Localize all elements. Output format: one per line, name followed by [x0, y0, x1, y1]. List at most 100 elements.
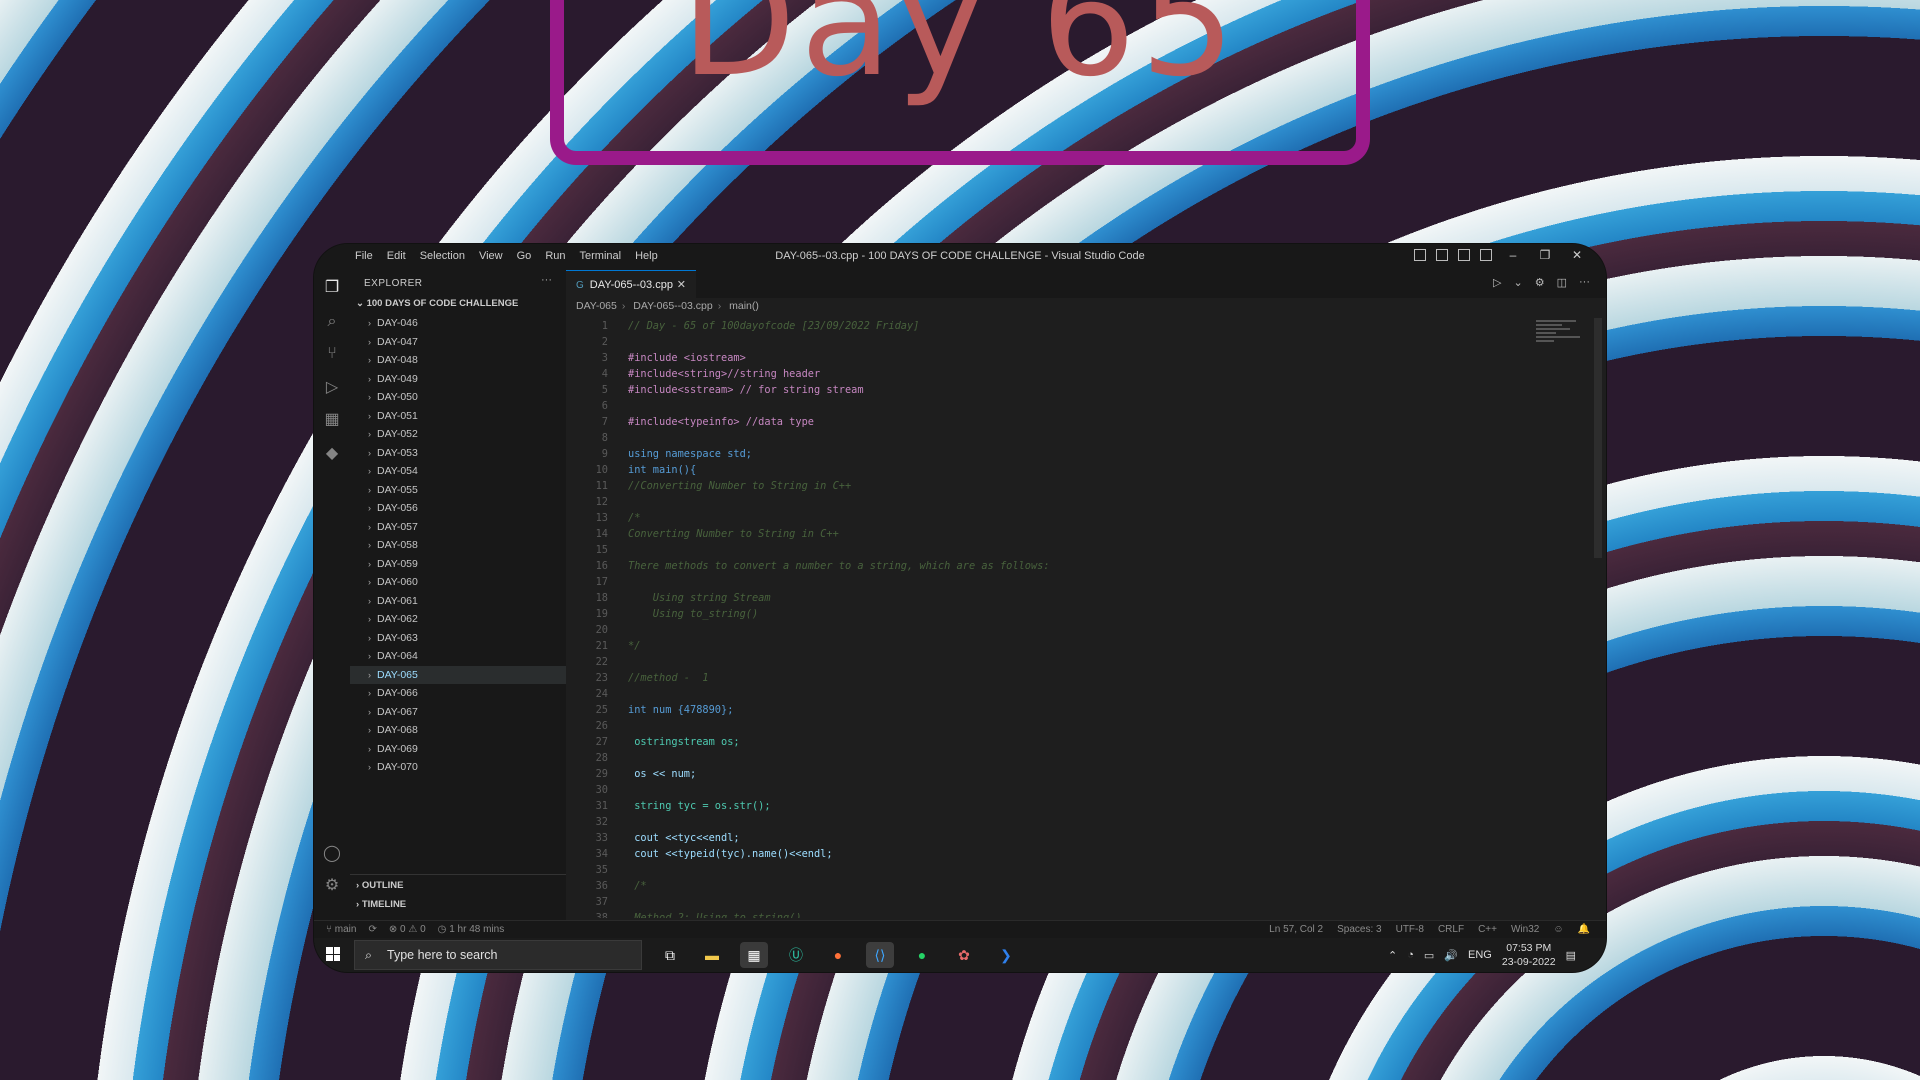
tab-cpp-file[interactable]: G DAY-065--03.cpp ✕ [566, 270, 696, 298]
time-tracker[interactable]: ◷ 1 hr 48 mins [438, 921, 505, 939]
indentation[interactable]: Spaces: 3 [1337, 921, 1381, 939]
sync-icon[interactable]: ⟳ [368, 921, 376, 939]
close-window-button[interactable]: ✕ [1566, 248, 1588, 262]
file-explorer-icon[interactable]: ▬ [698, 942, 726, 968]
app-icon[interactable]: ✿ [950, 942, 978, 968]
language-mode[interactable]: C++ [1478, 921, 1497, 939]
upwork-icon[interactable]: Ⓤ [782, 942, 810, 968]
folder-item[interactable]: › DAY-059 [350, 555, 566, 574]
explorer-icon[interactable]: ❐ [322, 278, 342, 298]
chevron-up-icon[interactable]: ⌃ [1388, 949, 1397, 962]
folder-item[interactable]: › DAY-056 [350, 499, 566, 518]
folder-item[interactable]: › DAY-068 [350, 721, 566, 740]
folder-label: DAY-051 [377, 409, 418, 422]
folder-item[interactable]: › DAY-057 [350, 518, 566, 537]
power-automate-icon[interactable]: ❯ [992, 942, 1020, 968]
folder-item[interactable]: › DAY-061 [350, 592, 566, 611]
folder-item[interactable]: › DAY-064 [350, 647, 566, 666]
folder-item[interactable]: › DAY-069 [350, 740, 566, 759]
code-text: cout <<tyc<<endl; [628, 832, 740, 844]
run-dropdown-icon[interactable]: ⌄ [1514, 276, 1523, 289]
folder-item[interactable]: › DAY-051 [350, 407, 566, 426]
folder-item[interactable]: › DAY-054 [350, 462, 566, 481]
notification-center-icon[interactable]: ▤ [1566, 949, 1576, 962]
minimap[interactable] [1536, 318, 1596, 398]
folder-label: DAY-070 [377, 761, 418, 773]
folder-item[interactable]: › DAY-067 [350, 703, 566, 722]
notifications-icon[interactable]: 🔔 [1578, 921, 1590, 939]
store-icon[interactable]: ▦ [740, 942, 768, 968]
language-indicator[interactable]: ENG [1468, 949, 1492, 961]
chevron-right-icon: › [368, 540, 371, 550]
problems-status[interactable]: ⊗ 0 ⚠ 0 [389, 921, 426, 939]
folder-item[interactable]: › DAY-065 [350, 665, 566, 684]
breadcrumb-folder[interactable]: DAY-065 [576, 300, 617, 312]
battery-icon[interactable]: ▭ [1424, 949, 1434, 962]
workspace-root[interactable]: ⌄ 100 DAYS OF CODE CHALLENGE [356, 298, 518, 309]
folder-label: DAY-050 [377, 391, 418, 403]
windows-start-icon[interactable] [326, 947, 340, 961]
folder-item[interactable]: › DAY-070 [350, 758, 566, 774]
whatsapp-icon[interactable]: ● [908, 942, 936, 968]
vscode-icon[interactable]: ⟨⟩ [866, 942, 894, 968]
folder-item[interactable]: › DAY-052 [350, 425, 566, 444]
toggle-panel-icon[interactable] [1436, 249, 1448, 261]
firefox-icon[interactable]: ● [824, 942, 852, 968]
breadcrumb-file[interactable]: DAY-065--03.cpp [633, 300, 712, 312]
gear-icon[interactable]: ⚙ [1535, 276, 1545, 289]
timeline-section[interactable]: › TIMELINE [356, 899, 406, 910]
customize-layout-icon[interactable] [1480, 249, 1492, 261]
toggle-secondary-sidebar-icon[interactable] [1458, 249, 1470, 261]
code-editor[interactable]: 1 // Day - 65 of 100dayofcode [23/09/2022… [566, 318, 1486, 918]
run-debug-icon[interactable]: ▷ [322, 378, 342, 398]
volume-icon[interactable]: 🔊 [1444, 949, 1458, 962]
cursor-position[interactable]: Ln 57, Col 2 [1269, 921, 1323, 939]
restore-button[interactable]: ❐ [1534, 248, 1556, 262]
line-ending[interactable]: CRLF [1438, 921, 1464, 939]
source-control-icon[interactable]: ⑂ [322, 344, 342, 364]
clock[interactable]: 07:53 PM 23-09-2022 [1502, 941, 1556, 969]
accounts-icon[interactable]: ◯ [322, 844, 342, 864]
close-tab-icon[interactable]: ✕ [677, 271, 686, 299]
chevron-right-icon: › [368, 410, 371, 421]
split-editor-icon[interactable]: ◫ [1557, 276, 1567, 289]
folder-item[interactable]: › DAY-058 [350, 536, 566, 555]
extensions-icon[interactable]: ▦ [322, 410, 342, 430]
folder-item[interactable]: › DAY-047 [350, 333, 566, 352]
folder-item[interactable]: › DAY-062 [350, 610, 566, 629]
editor-scrollbar[interactable] [1594, 318, 1602, 558]
network-icon[interactable]: ◔ [1407, 949, 1414, 961]
toggle-sidebar-icon[interactable] [1414, 249, 1426, 261]
folder-item[interactable]: › DAY-049 [350, 370, 566, 389]
line-number: 35 [595, 864, 608, 876]
folder-item[interactable]: › DAY-048 [350, 351, 566, 370]
folder-item[interactable]: › DAY-066 [350, 684, 566, 703]
branch-status[interactable]: ⑂ main [326, 921, 356, 939]
python-icon[interactable]: ◆ [322, 444, 342, 464]
folder-item[interactable]: › DAY-063 [350, 629, 566, 648]
folder-item[interactable]: › DAY-050 [350, 388, 566, 407]
line-number: 8 [601, 432, 608, 444]
search-icon[interactable]: ⌕ [322, 312, 342, 332]
more-actions-icon[interactable]: ··· [541, 274, 552, 286]
folder-item[interactable]: › DAY-046 [350, 314, 566, 333]
folder-label: DAY-054 [377, 465, 418, 477]
feedback-icon[interactable]: ☺ [1553, 921, 1563, 939]
folder-item[interactable]: › DAY-053 [350, 444, 566, 463]
more-icon[interactable]: ··· [1579, 276, 1590, 289]
minimize-button[interactable]: – [1502, 248, 1524, 262]
taskbar-search[interactable]: ⌕ Type here to search [354, 940, 642, 970]
outline-section[interactable]: › OUTLINE [356, 880, 404, 891]
code-text: */ [628, 640, 641, 652]
code-line: 32 [566, 814, 1486, 830]
task-view-icon[interactable]: ⧉ [656, 942, 684, 968]
folder-item[interactable]: › DAY-055 [350, 481, 566, 500]
settings-gear-icon[interactable]: ⚙ [322, 876, 342, 896]
platform[interactable]: Win32 [1511, 921, 1539, 939]
run-icon[interactable]: ▷ [1493, 276, 1501, 289]
encoding[interactable]: UTF-8 [1396, 921, 1424, 939]
folder-item[interactable]: › DAY-060 [350, 573, 566, 592]
code-line: 34 cout <<typeid(tyc).name()<<endl; [566, 846, 1486, 862]
breadcrumb-symbol[interactable]: main() [729, 300, 759, 312]
folder-label: DAY-048 [377, 354, 418, 366]
